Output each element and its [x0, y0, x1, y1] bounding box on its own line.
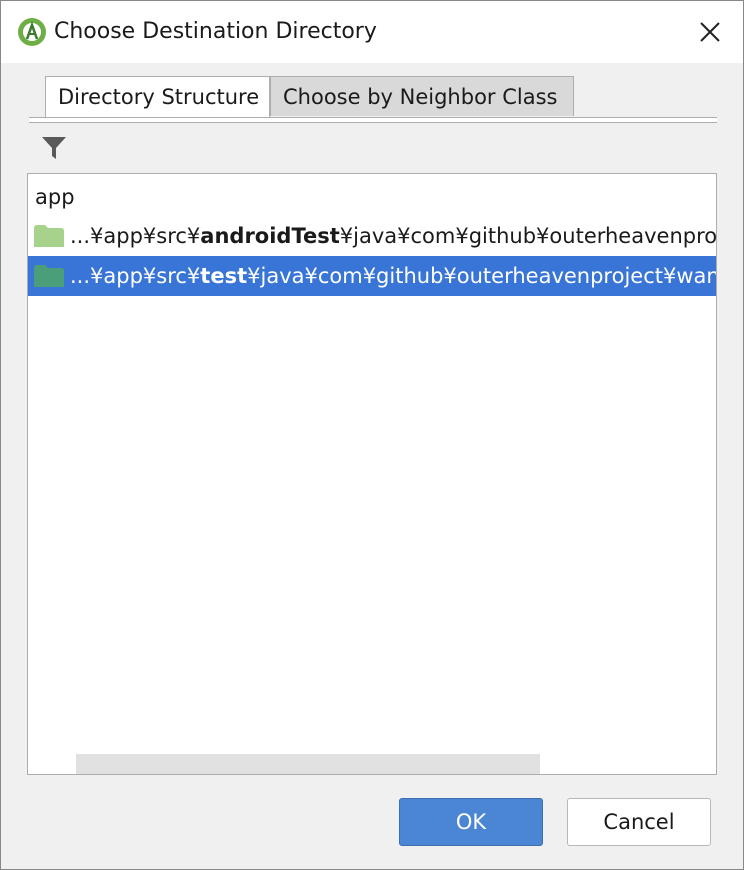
tree-item-test-selected[interactable]: ...¥app¥src¥test¥java¥com¥github¥outerhe… [28, 256, 716, 296]
tab-choose-by-neighbor-class[interactable]: Choose by Neighbor Class [270, 76, 574, 116]
directory-tree[interactable]: app ...¥app¥src¥androidTest¥java¥com¥git… [27, 173, 717, 775]
cancel-button[interactable]: Cancel [567, 798, 711, 846]
dialog-title: Choose Destination Directory [54, 19, 377, 44]
tab-panel-border [29, 117, 717, 123]
android-studio-icon [18, 18, 46, 46]
tab-directory-structure[interactable]: Directory Structure [45, 76, 270, 118]
tree-root-label: app [35, 185, 75, 209]
title-bar[interactable]: Choose Destination Directory [1, 1, 743, 63]
folder-icon [34, 265, 64, 287]
tree-item-path: ...¥app¥src¥androidTest¥java¥com¥github¥… [70, 224, 716, 248]
filter-icon[interactable] [41, 135, 67, 161]
tree-root-app[interactable]: app [28, 177, 716, 217]
horizontal-scrollbar-thumb[interactable] [76, 754, 540, 774]
folder-icon [34, 225, 64, 247]
choose-destination-dialog: Choose Destination Directory Directory S… [0, 0, 744, 870]
ok-button[interactable]: OK [399, 798, 543, 846]
close-icon[interactable] [691, 13, 729, 51]
tree-item-path: ...¥app¥src¥test¥java¥com¥github¥outerhe… [70, 264, 716, 288]
tree-item-androidtest[interactable]: ...¥app¥src¥androidTest¥java¥com¥github¥… [28, 216, 716, 256]
